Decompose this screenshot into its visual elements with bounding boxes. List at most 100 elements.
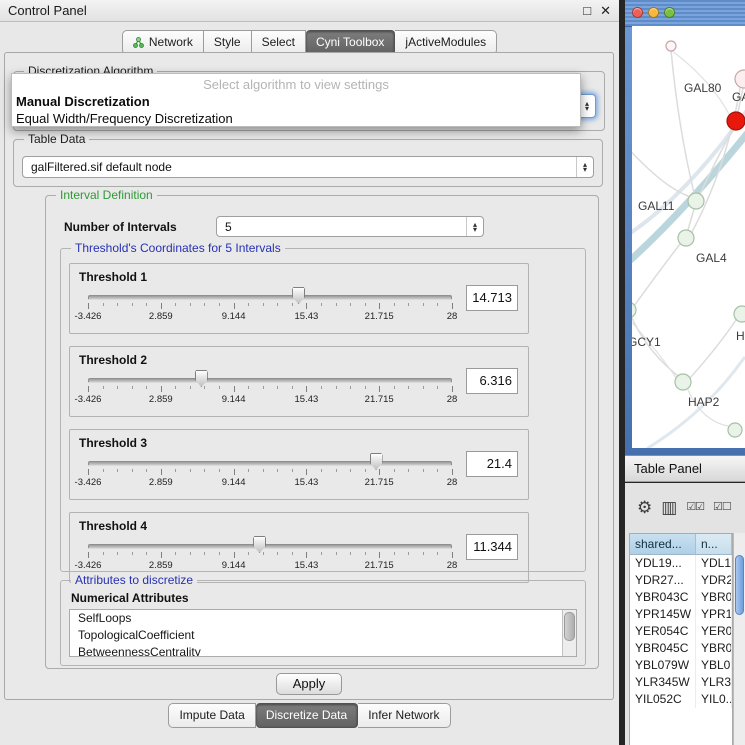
dropdown-option-list: Manual DiscretizationEqual Width/Frequen… (12, 93, 580, 127)
table-cell: YDL19... (630, 555, 696, 572)
threshold-label: Threshold 1 (79, 270, 147, 284)
table-row[interactable]: YBL079WYBL0... (630, 657, 732, 674)
attributes-group-title: Attributes to discretize (71, 573, 197, 587)
table-row[interactable]: YDL19...YDL1... (630, 555, 732, 572)
zoom-light-icon[interactable] (664, 7, 675, 18)
threshold-panel: Threshold 1 -3.4262.8599.14415.4321.71528… (69, 263, 529, 334)
table-scrollbar[interactable] (733, 533, 745, 745)
tab-label: Select (262, 35, 295, 49)
close-window-icon[interactable]: ✕ (600, 0, 611, 22)
slider-ticks (88, 469, 452, 476)
network-edge (632, 146, 688, 196)
attributes-scrollbar[interactable] (562, 610, 576, 656)
slider-thumb-icon[interactable] (292, 287, 305, 304)
table-cell: YBL0... (696, 657, 732, 674)
thresholds-group-title: Threshold's Coordinates for 5 Intervals (71, 241, 285, 255)
table-row[interactable]: YLR345WYLR3... (630, 674, 732, 691)
cyni-toolbox-panel: Discretization Algorithm ▴▾ Select algor… (4, 52, 614, 700)
tab-label: jActiveModules (405, 35, 486, 49)
number-of-intervals-value: 5 (217, 220, 466, 234)
numerical-attribute-item[interactable]: BetweennessCentrality (70, 644, 576, 657)
slider-thumb-icon[interactable] (370, 453, 383, 470)
table-cell: YDR2... (696, 572, 732, 589)
threshold-slider[interactable]: -3.4262.8599.14415.4321.71528 (88, 452, 452, 496)
algorithm-dropdown-popup: Select algorithm to view settings Manual… (11, 73, 581, 127)
float-window-icon[interactable]: □ (583, 0, 591, 22)
table-panel-title: Table Panel (634, 461, 702, 476)
attributes-to-discretize-group: Attributes to discretize Numerical Attri… (60, 580, 586, 666)
network-edge (671, 50, 694, 193)
table-row[interactable]: YIL052CYIL0... (630, 691, 732, 708)
threshold-value-field[interactable]: 14.713 (466, 285, 518, 311)
minimize-light-icon[interactable] (648, 7, 659, 18)
table-row[interactable]: YBR043CYBR0... (630, 589, 732, 606)
spinner-down-icon: ▾ (583, 167, 587, 172)
select-all-checks-icon[interactable]: ☑☑ (686, 502, 704, 513)
table-row[interactable]: YER054CYER0... (630, 623, 732, 640)
dropdown-placeholder-option[interactable]: Select algorithm to view settings (12, 76, 580, 93)
slider-track (88, 544, 452, 549)
threshold-slider[interactable]: -3.4262.8599.14415.4321.71528 (88, 286, 452, 330)
network-node[interactable] (734, 306, 745, 322)
numerical-attributes-list[interactable]: SelfLoopsTopologicalCoefficientBetweenne… (69, 609, 577, 657)
spinner-down-icon: ▾ (585, 106, 589, 111)
network-node[interactable] (728, 423, 742, 437)
slider-ticks (88, 386, 452, 393)
network-window-titlebar[interactable] (625, 0, 745, 27)
settings-gear-icon[interactable]: ⚙ (637, 499, 652, 516)
network-node-label: GAL4 (696, 251, 727, 265)
select-rows-checks-icon[interactable]: ☑☐ (713, 502, 731, 513)
table-row[interactable]: YDR27...YDR2... (630, 572, 732, 589)
table-panel-titlebar[interactable]: Table Panel (625, 455, 745, 482)
column-header-shared[interactable]: shared... (630, 534, 696, 554)
numerical-attribute-item[interactable]: TopologicalCoefficient (70, 627, 576, 644)
network-node[interactable] (675, 374, 691, 390)
number-of-intervals-combobox[interactable]: 5 ▴▾ (216, 216, 484, 237)
numerical-attribute-item[interactable]: SelfLoops (70, 610, 576, 627)
algorithm-option-manual-discretization[interactable]: Manual Discretization (12, 93, 580, 110)
slider-thumb-icon[interactable] (253, 536, 266, 553)
close-light-icon[interactable] (632, 7, 643, 18)
table-row[interactable]: YPR145WYPR1... (630, 606, 732, 623)
tab-impute-data[interactable]: Impute Data (168, 703, 255, 728)
apply-button[interactable]: Apply (276, 673, 342, 695)
network-node[interactable] (688, 193, 704, 209)
table-scrollbar-thumb[interactable] (735, 555, 744, 615)
control-panel-titlebar[interactable]: Control Panel □ ✕ (0, 0, 619, 22)
control-panel-window: Control Panel □ ✕ NetworkStyleSelectCyni… (0, 0, 619, 745)
node-attribute-table: shared...n... YDL19...YDL1...YDR27...YDR… (629, 533, 733, 745)
threshold-value-field[interactable]: 11.344 (466, 534, 518, 560)
network-node[interactable] (678, 230, 694, 246)
desktop: Control Panel □ ✕ NetworkStyleSelectCyni… (0, 0, 745, 745)
table-cell: YBL079W (630, 657, 696, 674)
network-node[interactable] (735, 70, 745, 88)
slider-track (88, 295, 452, 300)
slider-thumb-icon[interactable] (195, 370, 208, 387)
network-node[interactable] (727, 112, 745, 130)
combo-spinner-icon[interactable]: ▴▾ (466, 217, 483, 236)
tab-infer-network[interactable]: Infer Network (358, 703, 450, 728)
network-edge (688, 209, 694, 230)
combo-spinner-icon[interactable]: ▴▾ (576, 157, 593, 177)
network-canvas[interactable]: GAL80GAGAL11GAL4GCY1HHAP2 (632, 26, 745, 448)
slider-scale-labels: -3.4262.8599.14415.4321.71528 (88, 560, 452, 572)
table-cell: YDR27... (630, 572, 696, 589)
interval-definition-group-title: Interval Definition (56, 188, 157, 202)
threshold-value-field[interactable]: 6.316 (466, 368, 518, 394)
algorithm-option-equal-width-frequency-discretization[interactable]: Equal Width/Frequency Discretization (12, 110, 580, 127)
tab-label: Impute Data (179, 708, 244, 722)
network-node[interactable] (666, 41, 676, 51)
tab-discretize-data[interactable]: Discretize Data (256, 703, 358, 728)
table-data-combobox[interactable]: galFiltered.sif default node ▴▾ (22, 156, 594, 178)
table-cell: YIL052C (630, 691, 696, 708)
columns-icon[interactable]: ▥ (661, 499, 677, 516)
table-row[interactable]: YBR045CYBR0... (630, 640, 732, 657)
table-panel-toolbar: ⚙ ▥ ☑☑ ☑☐ (625, 487, 745, 527)
attributes-scrollbar-thumb[interactable] (564, 612, 575, 641)
threshold-slider[interactable]: -3.4262.8599.14415.4321.71528 (88, 369, 452, 413)
tab-label: Style (214, 35, 241, 49)
column-header-n[interactable]: n... (696, 534, 732, 554)
table-body: YDL19...YDL1...YDR27...YDR2...YBR043CYBR… (630, 555, 732, 708)
slider-scale-labels: -3.4262.8599.14415.4321.71528 (88, 311, 452, 323)
threshold-value-field[interactable]: 21.4 (466, 451, 518, 477)
